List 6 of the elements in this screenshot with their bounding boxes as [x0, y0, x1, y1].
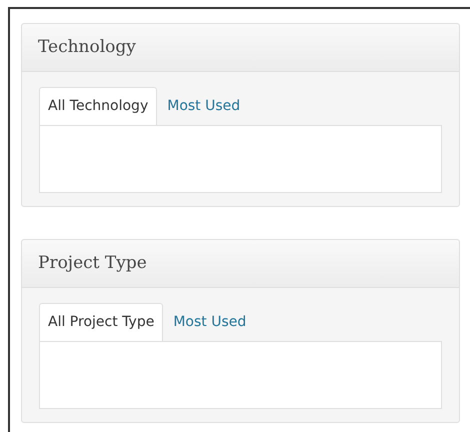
- tab[interactable]: All Project Type: [39, 303, 164, 341]
- tab[interactable]: Most Used: [163, 303, 256, 341]
- tab[interactable]: All Technology: [39, 87, 158, 125]
- box-title: Project Type: [38, 252, 147, 275]
- box-title: Technology: [38, 36, 136, 59]
- tab[interactable]: Most Used: [157, 87, 250, 125]
